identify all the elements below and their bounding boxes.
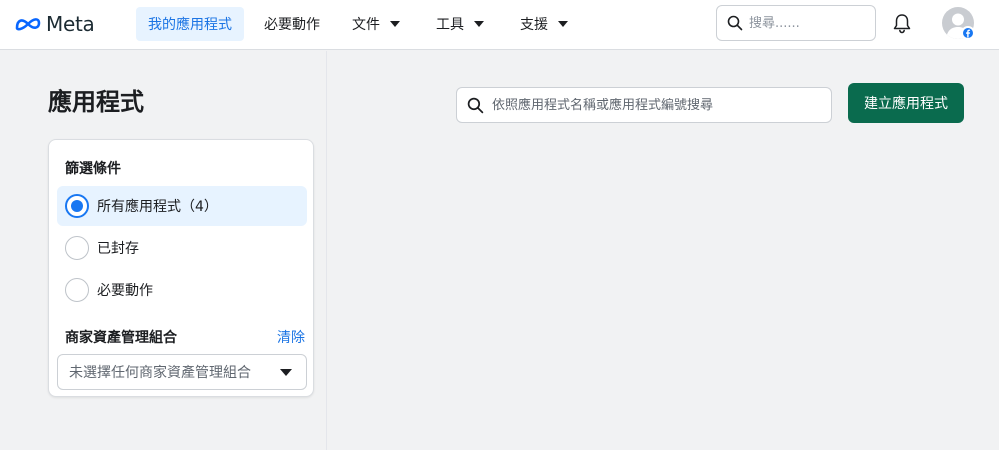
nav-item-label: 支援 [520, 17, 548, 33]
nav-item-tools[interactable]: 工具 [424, 7, 496, 41]
radio-unchecked-icon[interactable] [65, 278, 89, 302]
nav-item-support[interactable]: 支援 [508, 7, 580, 41]
search-icon [727, 15, 743, 31]
business-portfolio-select-value: 未選擇任何商家資產管理組合 [69, 365, 251, 381]
app-search-input[interactable] [492, 97, 822, 113]
facebook-icon [961, 26, 975, 40]
create-app-button[interactable]: 建立應用程式 [848, 83, 964, 123]
filter-option-required-actions[interactable]: 必要動作 [57, 270, 307, 310]
radio-unchecked-icon[interactable] [65, 236, 89, 260]
filter-option-label: 已封存 [97, 241, 139, 257]
top-search-box[interactable] [716, 5, 876, 41]
top-search-input[interactable] [749, 15, 859, 31]
nav-item-label: 我的應用程式 [148, 17, 232, 33]
filter-option-archived[interactable]: 已封存 [57, 228, 307, 268]
meta-infinity-icon [15, 18, 41, 31]
radio-checked-icon[interactable] [65, 194, 89, 218]
clear-link[interactable]: 清除 [277, 327, 305, 347]
nav-item-label: 文件 [352, 17, 380, 33]
nav-item-label: 工具 [436, 17, 464, 33]
filter-heading: 篩選條件 [65, 161, 121, 177]
bell-icon[interactable] [890, 12, 914, 36]
filter-option-all-apps[interactable]: 所有應用程式（4） [57, 186, 307, 226]
top-navigation: Meta 我的應用程式 必要動作 文件 工具 支援 [0, 0, 999, 50]
business-portfolio-select[interactable]: 未選擇任何商家資產管理組合 [57, 354, 307, 390]
chevron-down-icon [474, 21, 484, 27]
chevron-down-icon [558, 21, 568, 27]
chevron-down-icon [390, 21, 400, 27]
chevron-down-icon [280, 369, 292, 376]
page-title: 應用程式 [48, 88, 144, 116]
brand-name: Meta [46, 12, 95, 36]
nav-item-required-actions[interactable]: 必要動作 [252, 7, 332, 41]
app-search-box[interactable] [456, 87, 832, 123]
search-icon [467, 97, 484, 113]
filter-option-label: 必要動作 [97, 283, 153, 299]
business-portfolio-label: 商家資產管理組合 [65, 330, 177, 346]
filter-panel: 篩選條件 所有應用程式（4） 已封存 必要動作 商家資產管理組合 清除 未選擇任… [48, 139, 314, 397]
filter-option-label: 所有應用程式（4） [97, 199, 218, 215]
nav-item-docs[interactable]: 文件 [340, 7, 412, 41]
meta-logo[interactable]: Meta [14, 11, 95, 37]
nav-item-my-apps[interactable]: 我的應用程式 [136, 7, 244, 41]
nav-item-label: 必要動作 [264, 17, 320, 33]
